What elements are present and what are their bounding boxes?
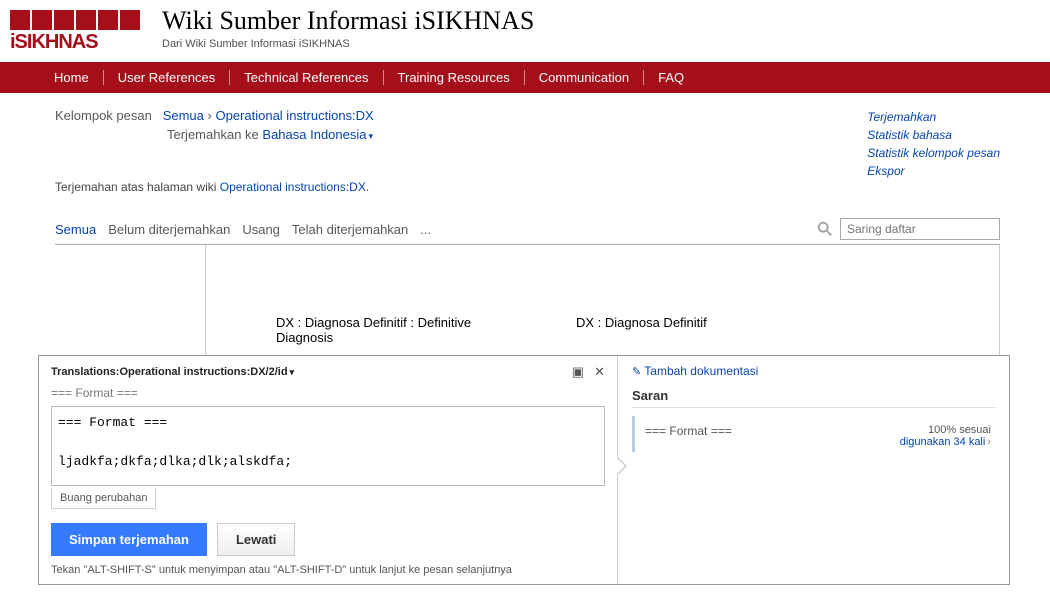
side-link-statistik-bahasa[interactable]: Statistik bahasa (867, 126, 1000, 144)
breadcrumb-label: Kelompok pesan (55, 108, 152, 123)
nav-user-references[interactable]: User References (104, 70, 231, 85)
keyboard-hint: Tekan "ALT-SHIFT-S" untuk menyimpan atau… (51, 564, 605, 576)
breadcrumb-all[interactable]: Semua (163, 108, 204, 123)
suggestion-match: 100% sesuai (900, 424, 991, 436)
filter-belum[interactable]: Belum diterjemahkan (108, 222, 230, 241)
translation-editor: Translations:Operational instructions:DX… (38, 355, 1010, 585)
nav-training-resources[interactable]: Training Resources (384, 70, 525, 85)
add-documentation-link[interactable]: Tambah dokumentasi (632, 364, 995, 378)
filter-semua[interactable]: Semua (55, 222, 96, 241)
note-link[interactable]: Operational instructions:DX (220, 180, 366, 194)
discard-button[interactable]: Buang perubahan (51, 488, 156, 509)
site-title: Wiki Sumber Informasi iSIKHNAS (162, 6, 534, 36)
side-link-terjemahkan[interactable]: Terjemahkan (867, 108, 1000, 126)
editor-title[interactable]: Translations:Operational instructions:DX… (51, 366, 294, 378)
close-icon[interactable]: ✕ (594, 364, 605, 380)
save-button[interactable]: Simpan terjemahan (51, 523, 207, 556)
breadcrumb-page[interactable]: Operational instructions:DX (215, 108, 373, 123)
side-link-statistik-kelompok[interactable]: Statistik kelompok pesan (867, 144, 1000, 162)
translation-textarea[interactable] (51, 406, 605, 486)
target-text: DX : Diagnosa Definitif (576, 315, 796, 345)
site-logo[interactable]: iSIKHNAS (10, 6, 140, 56)
source-text: DX : Diagnosa Definitif : Definitive Dia… (276, 315, 496, 345)
suggestion-usage[interactable]: digunakan 34 kali (900, 436, 986, 448)
page-note: Terjemahan atas halaman wiki Operational… (55, 180, 1000, 194)
language-selector[interactable]: Bahasa Indonesia▾ (262, 127, 373, 142)
skip-button[interactable]: Lewati (217, 523, 295, 556)
suggestion-item[interactable]: === Format === 100% sesuai digunakan 34 … (632, 416, 995, 452)
nav-technical-references[interactable]: Technical References (230, 70, 383, 85)
site-subtitle: Dari Wiki Sumber Informasi iSIKHNAS (162, 38, 534, 50)
filter-usang[interactable]: Usang (242, 222, 280, 241)
chevron-right-icon: › (987, 436, 991, 448)
search-input[interactable] (840, 218, 1000, 240)
nav-faq[interactable]: FAQ (644, 70, 698, 85)
filter-more[interactable]: ... (420, 222, 431, 241)
main-nav: Home User References Technical Reference… (0, 62, 1050, 93)
nav-communication[interactable]: Communication (525, 70, 644, 85)
suggestion-text: === Format === (645, 424, 732, 438)
expand-icon[interactable]: ▣ (572, 364, 584, 380)
side-link-ekspor[interactable]: Ekspor (867, 162, 1000, 180)
nav-home[interactable]: Home (40, 70, 104, 85)
editor-source-header: === Format === (51, 386, 605, 400)
filter-telah[interactable]: Telah diterjemahkan (292, 222, 408, 241)
suggestions-heading: Saran (632, 388, 995, 408)
translate-to-label: Terjemahkan ke (167, 127, 259, 142)
search-icon (816, 220, 834, 238)
